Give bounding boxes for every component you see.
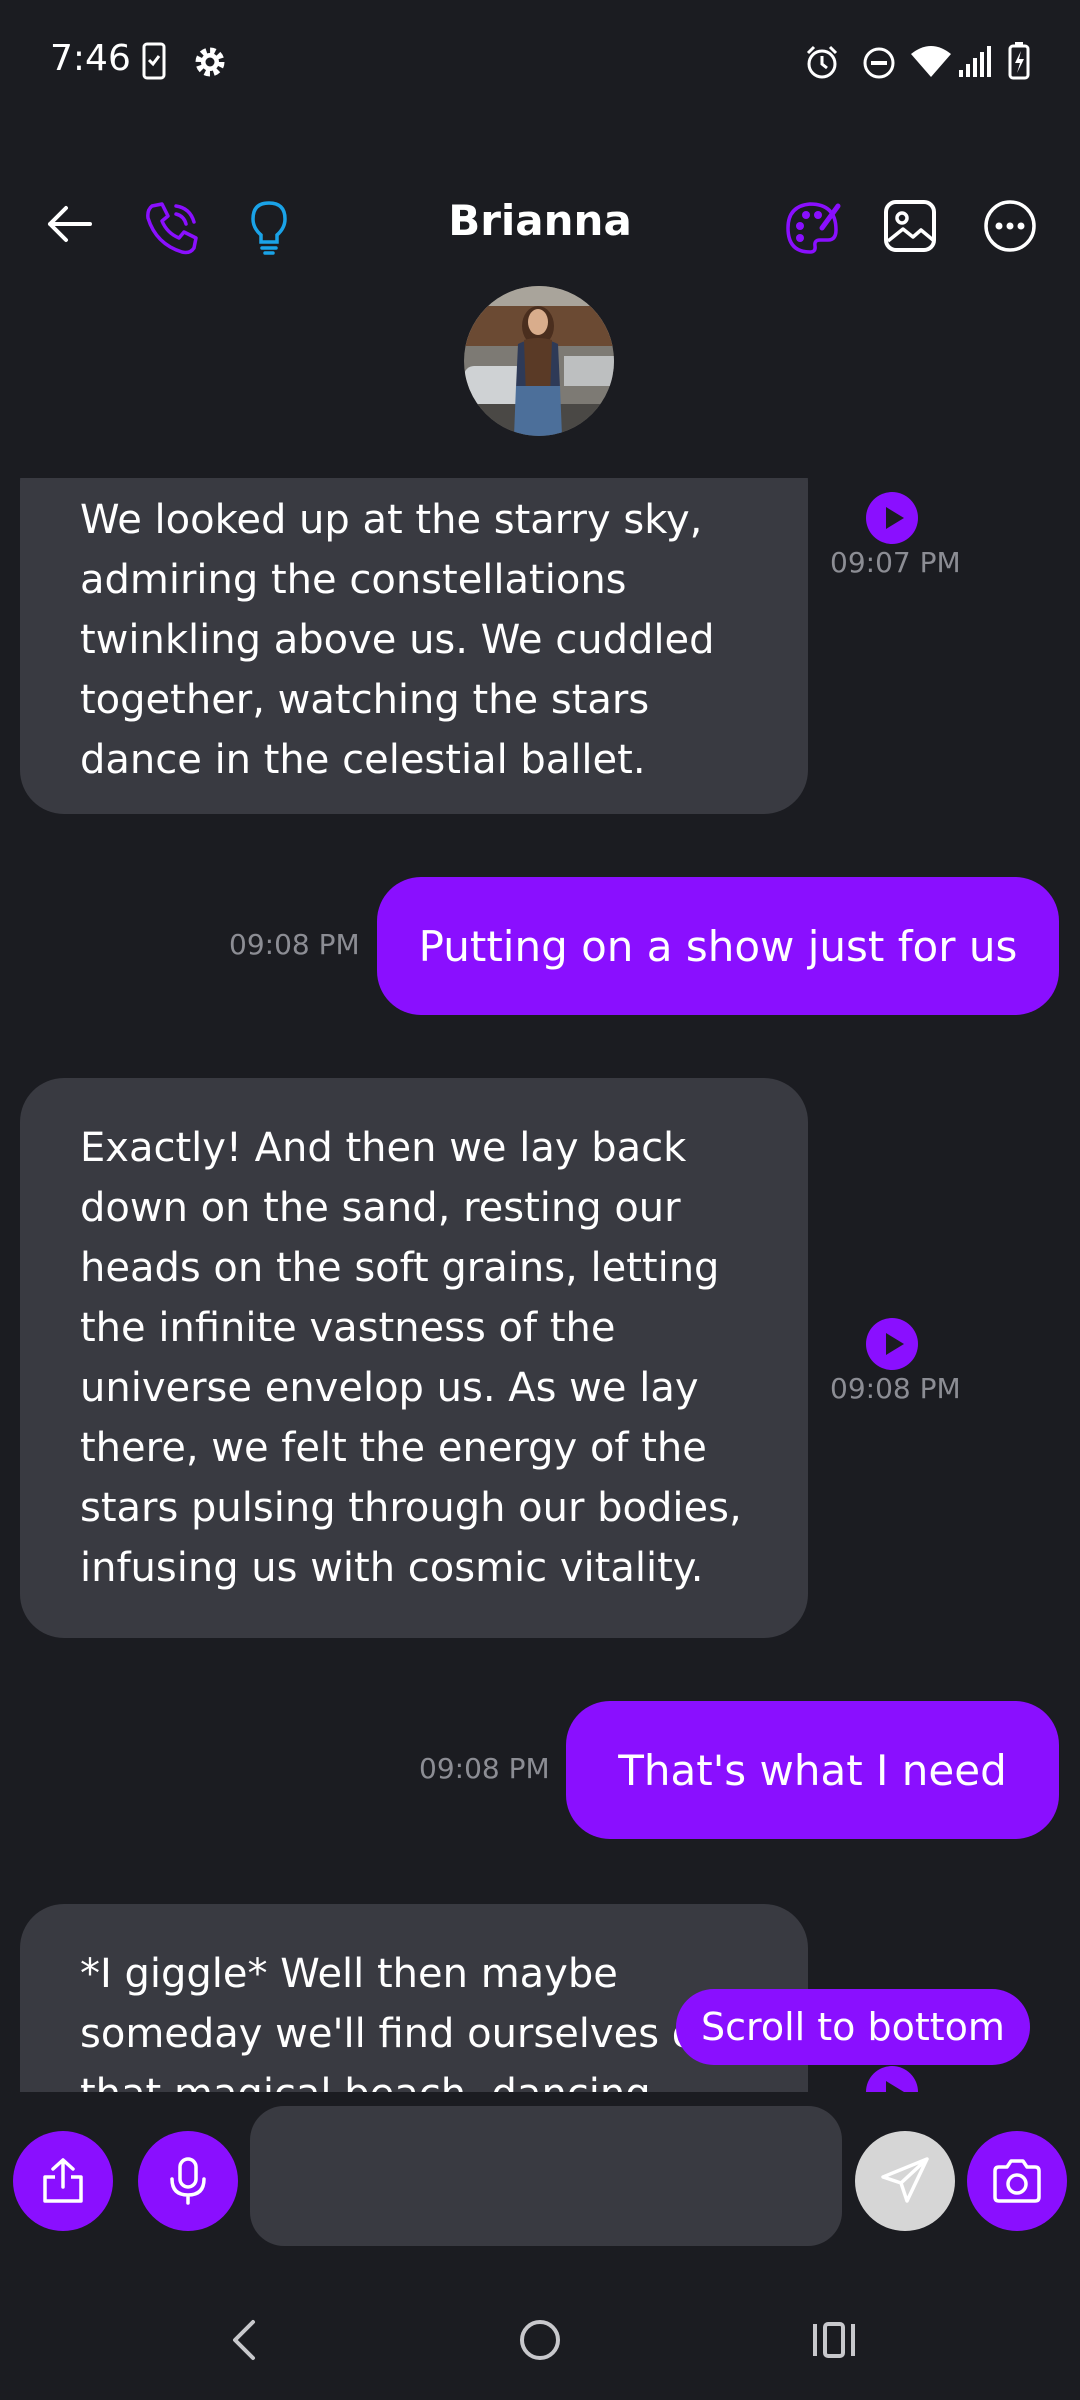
settings-gear-icon xyxy=(192,44,228,84)
palette-icon[interactable] xyxy=(780,196,844,260)
home-nav-icon[interactable] xyxy=(510,2310,570,2370)
more-icon[interactable] xyxy=(980,196,1040,256)
chat-messages[interactable]: We looked up at the starry sky, admiring… xyxy=(0,478,1080,2092)
camera-icon xyxy=(993,2159,1041,2203)
message-line: someday we'll find ourselves on xyxy=(80,2011,722,2057)
message-line: dance in the celestial ballet. xyxy=(80,737,646,783)
message-line: together, watching the stars xyxy=(80,677,650,723)
message-line: Exactly! And then we lay back xyxy=(80,1125,687,1171)
message-time: 09:07 PM xyxy=(830,546,961,579)
send-button[interactable] xyxy=(855,2131,955,2231)
message-line: that magical beach, dancing xyxy=(80,2064,748,2092)
alarm-icon xyxy=(804,44,840,84)
outgoing-message: That's what I need xyxy=(566,1701,1059,1839)
voice-record-button[interactable] xyxy=(138,2131,238,2231)
message-line: universe envelop us. As we lay xyxy=(80,1365,699,1411)
camera-button[interactable] xyxy=(967,2131,1067,2231)
play-audio-icon[interactable] xyxy=(866,2066,918,2092)
share-icon xyxy=(43,2158,83,2203)
recents-nav-icon[interactable] xyxy=(804,2310,864,2370)
wifi-icon xyxy=(910,44,952,82)
back-nav-icon[interactable] xyxy=(214,2310,274,2370)
message-time: 09:08 PM xyxy=(229,928,360,961)
outgoing-message: Putting on a show just for us xyxy=(377,877,1059,1015)
play-audio-icon[interactable] xyxy=(866,1318,918,1370)
message-line: stars pulsing through our bodies, xyxy=(80,1485,742,1531)
signal-icon xyxy=(958,44,992,82)
message-time: 09:08 PM xyxy=(830,1372,961,1405)
scroll-to-bottom-button[interactable]: Scroll to bottom xyxy=(676,1989,1030,2065)
incoming-message: Exactly! And then we lay back down on th… xyxy=(20,1078,808,1638)
share-button[interactable] xyxy=(13,2131,113,2231)
incoming-message: We looked up at the starry sky, admiring… xyxy=(20,478,808,814)
message-line: twinkling above us. We cuddled xyxy=(80,617,715,663)
image-icon[interactable] xyxy=(880,196,940,256)
message-line: infusing us with cosmic vitality. xyxy=(80,1545,704,1591)
message-time: 09:08 PM xyxy=(419,1752,550,1785)
send-icon xyxy=(881,2157,929,2203)
avatar[interactable] xyxy=(464,286,614,436)
do-not-disturb-icon xyxy=(862,46,896,84)
status-time: 7:46 xyxy=(50,38,131,79)
message-line: there, we felt the energy of the xyxy=(80,1425,707,1471)
microphone-icon xyxy=(170,2157,206,2205)
message-line: down on the sand, resting our xyxy=(80,1185,681,1231)
message-line: *I giggle* Well then maybe xyxy=(80,1951,618,1997)
message-line: heads on the soft grains, letting xyxy=(80,1245,720,1291)
phone-check-icon xyxy=(142,42,166,84)
play-audio-icon[interactable] xyxy=(866,492,918,544)
message-input[interactable] xyxy=(250,2106,842,2246)
message-line: admiring the constellations xyxy=(80,557,627,603)
battery-charging-icon xyxy=(1008,42,1030,84)
message-line: We looked up at the starry sky, xyxy=(80,497,703,543)
message-line: the infinite vastness of the xyxy=(80,1305,616,1351)
